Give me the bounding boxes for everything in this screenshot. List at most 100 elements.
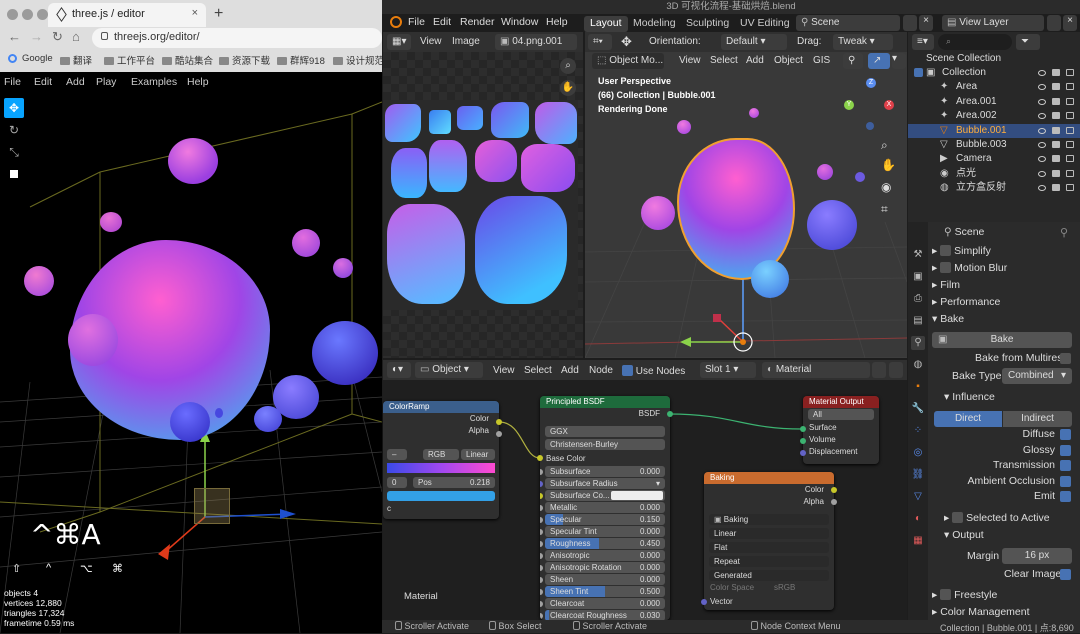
viewport-menu-view[interactable]: View <box>679 55 701 66</box>
panel-film[interactable]: ▸ Film <box>932 279 960 291</box>
hide-in-viewport-icon[interactable] <box>1038 170 1046 177</box>
image-selector[interactable]: ▣ 04.png.001 <box>495 34 577 50</box>
outliner-item[interactable]: ▽ Bubble.003 <box>908 138 1080 152</box>
socket-color[interactable] <box>496 419 502 425</box>
distribution-dropdown[interactable]: GGX <box>545 426 665 437</box>
bookmark-nas[interactable]: 群辉918 <box>277 53 325 67</box>
outliner-item[interactable]: ▣ Collection <box>908 66 1080 80</box>
disable-in-viewports-icon[interactable] <box>1052 184 1060 192</box>
viewport-zoom-icon[interactable]: ⌕ <box>881 138 888 153</box>
node-menu-node[interactable]: Node <box>589 365 613 376</box>
colorramp-remove-stop-icon[interactable]: – <box>387 449 407 460</box>
direct-toggle[interactable]: Direct <box>934 411 1002 427</box>
node-editor-type-icon[interactable]: ◐▾ <box>387 362 411 378</box>
menu-help[interactable]: Help <box>187 76 209 88</box>
viewport-menu-select[interactable]: Select <box>710 55 738 66</box>
constraints-tab-icon[interactable]: ⛓ <box>911 468 925 482</box>
panel-color-management[interactable]: ▸ Color Management <box>932 606 1030 618</box>
material-selector[interactable]: ◐ Material <box>762 362 870 378</box>
interpolation-dropdown[interactable]: Linear <box>709 528 829 539</box>
extension-dropdown[interactable]: Repeat <box>709 556 829 567</box>
world-tab-icon[interactable]: ◍ <box>911 358 925 372</box>
bake-toggle-checkbox[interactable] <box>1060 444 1071 456</box>
socket-baking-alpha[interactable] <box>831 499 837 505</box>
shader-type-dropdown[interactable]: ▭ Object ▾ <box>415 362 483 378</box>
viewport-menu-object[interactable]: Object <box>774 55 803 66</box>
texture-tab-icon[interactable]: ▦ <box>911 534 925 548</box>
bsdf-input-socket[interactable] <box>540 493 543 499</box>
filter-icon[interactable]: ⏷ <box>1016 34 1040 50</box>
particles-tab-icon[interactable]: ⁘ <box>911 424 925 438</box>
hide-in-viewport-icon[interactable] <box>1038 156 1046 163</box>
menu-add[interactable]: Add <box>66 76 85 88</box>
viewport-menu-gis[interactable]: GIS <box>813 55 830 66</box>
bsdf-input-field[interactable]: Metallic 0.000 <box>545 502 665 513</box>
disable-in-viewports-icon[interactable] <box>1052 141 1060 148</box>
disable-in-viewports-icon[interactable] <box>1052 83 1060 91</box>
socket-displacement[interactable] <box>800 450 806 456</box>
outliner-item[interactable]: ◍ 立方盒反射 <box>908 181 1080 195</box>
hide-in-viewport-icon[interactable] <box>1038 84 1046 91</box>
image-menu-view[interactable]: View <box>420 36 442 47</box>
tab-uv-editing[interactable]: UV Editing <box>734 16 796 32</box>
material-tab-icon[interactable]: ◐ <box>911 512 925 526</box>
output-tab-icon[interactable]: ⎙ <box>911 292 925 306</box>
tab-layout[interactable]: Layout <box>584 16 628 32</box>
socket-baking-color[interactable] <box>831 487 837 493</box>
move-tool-icon[interactable]: ✥ <box>4 98 24 118</box>
bsdf-input-socket[interactable] <box>540 481 543 487</box>
bsdf-input-socket[interactable] <box>540 577 543 583</box>
new-view-layer-icon[interactable] <box>1047 15 1061 31</box>
physics-tab-icon[interactable]: ◎ <box>911 446 925 460</box>
pan-hand-icon[interactable]: ✋ <box>560 80 576 96</box>
panel-freestyle[interactable]: ▸ Freestyle <box>932 589 997 601</box>
local-toggle[interactable] <box>4 164 24 184</box>
socket-vector[interactable] <box>701 599 707 605</box>
bookmark-google[interactable]: Google <box>8 53 53 64</box>
minimize-window-button[interactable] <box>22 9 33 20</box>
subsurface-method-dropdown[interactable]: Christensen-Burley <box>545 439 665 450</box>
zoom-icon[interactable]: ⌕ <box>560 58 576 74</box>
bsdf-input-socket[interactable] <box>540 529 543 535</box>
menu-play[interactable]: Play <box>96 76 116 88</box>
hide-in-viewport-icon[interactable] <box>1038 185 1046 192</box>
hide-in-viewport-icon[interactable] <box>1038 113 1046 120</box>
scale-tool-icon[interactable]: ⤡ <box>4 142 24 162</box>
baking-image-node[interactable]: Baking Color Alpha ▣ Baking Linear Flat … <box>704 472 834 610</box>
bsdf-input-field[interactable]: Roughness 0.450 <box>545 538 665 549</box>
zoom-window-button[interactable] <box>37 9 48 20</box>
outliner-item[interactable]: ✦ Area.002 <box>908 109 1080 123</box>
reload-icon[interactable]: ↻ <box>52 29 63 45</box>
bake-type-dropdown[interactable]: Combined ▾ <box>1002 368 1072 384</box>
bsdf-input-socket[interactable] <box>540 601 543 607</box>
disable-in-viewports-icon[interactable] <box>1052 126 1060 134</box>
colorramp-gradient[interactable] <box>387 463 495 473</box>
close-tab-icon[interactable]: × <box>192 7 198 19</box>
disable-in-renders-icon[interactable] <box>1066 112 1074 120</box>
bsdf-input-socket[interactable] <box>540 517 543 523</box>
disable-in-renders-icon[interactable] <box>1066 69 1074 76</box>
bsdf-input-socket[interactable] <box>540 565 543 571</box>
view-layer-selector[interactable]: ▤ View Layer <box>942 15 1044 31</box>
browser-tab[interactable]: three.js / editor × <box>48 3 206 27</box>
panel-simplify[interactable]: ▸ Simplify <box>932 245 991 257</box>
hide-in-viewport-icon[interactable] <box>1038 70 1046 76</box>
panel-motion-blur[interactable]: ▸ Motion Blur <box>932 262 1007 274</box>
projection-dropdown[interactable]: Flat <box>709 542 829 553</box>
bookmark-work[interactable]: 工作平台 <box>104 53 155 67</box>
hide-in-viewport-icon[interactable] <box>1038 142 1046 148</box>
outliner-item[interactable]: ◉ 点光 <box>908 167 1080 181</box>
outliner-item[interactable]: ✦ Area <box>908 80 1080 94</box>
disable-in-viewports-icon[interactable] <box>1052 97 1060 105</box>
bake-toggle-checkbox[interactable] <box>1060 460 1071 472</box>
outliner-item[interactable]: ▶ Camera <box>908 152 1080 166</box>
socket-volume[interactable] <box>800 438 806 444</box>
clear-image-checkbox[interactable] <box>1060 569 1071 580</box>
editor-type-icon[interactable]: ▦▾ <box>387 34 411 50</box>
baking-image-selector[interactable]: ▣ Baking <box>709 514 829 525</box>
collection-exclude-checkbox[interactable] <box>914 68 923 77</box>
disable-in-renders-icon[interactable] <box>1066 97 1074 105</box>
home-icon[interactable]: ⌂ <box>72 29 80 44</box>
bsdf-input-field[interactable]: Subsurface 0.000 <box>545 466 665 477</box>
new-tab-button[interactable]: + <box>214 5 223 23</box>
